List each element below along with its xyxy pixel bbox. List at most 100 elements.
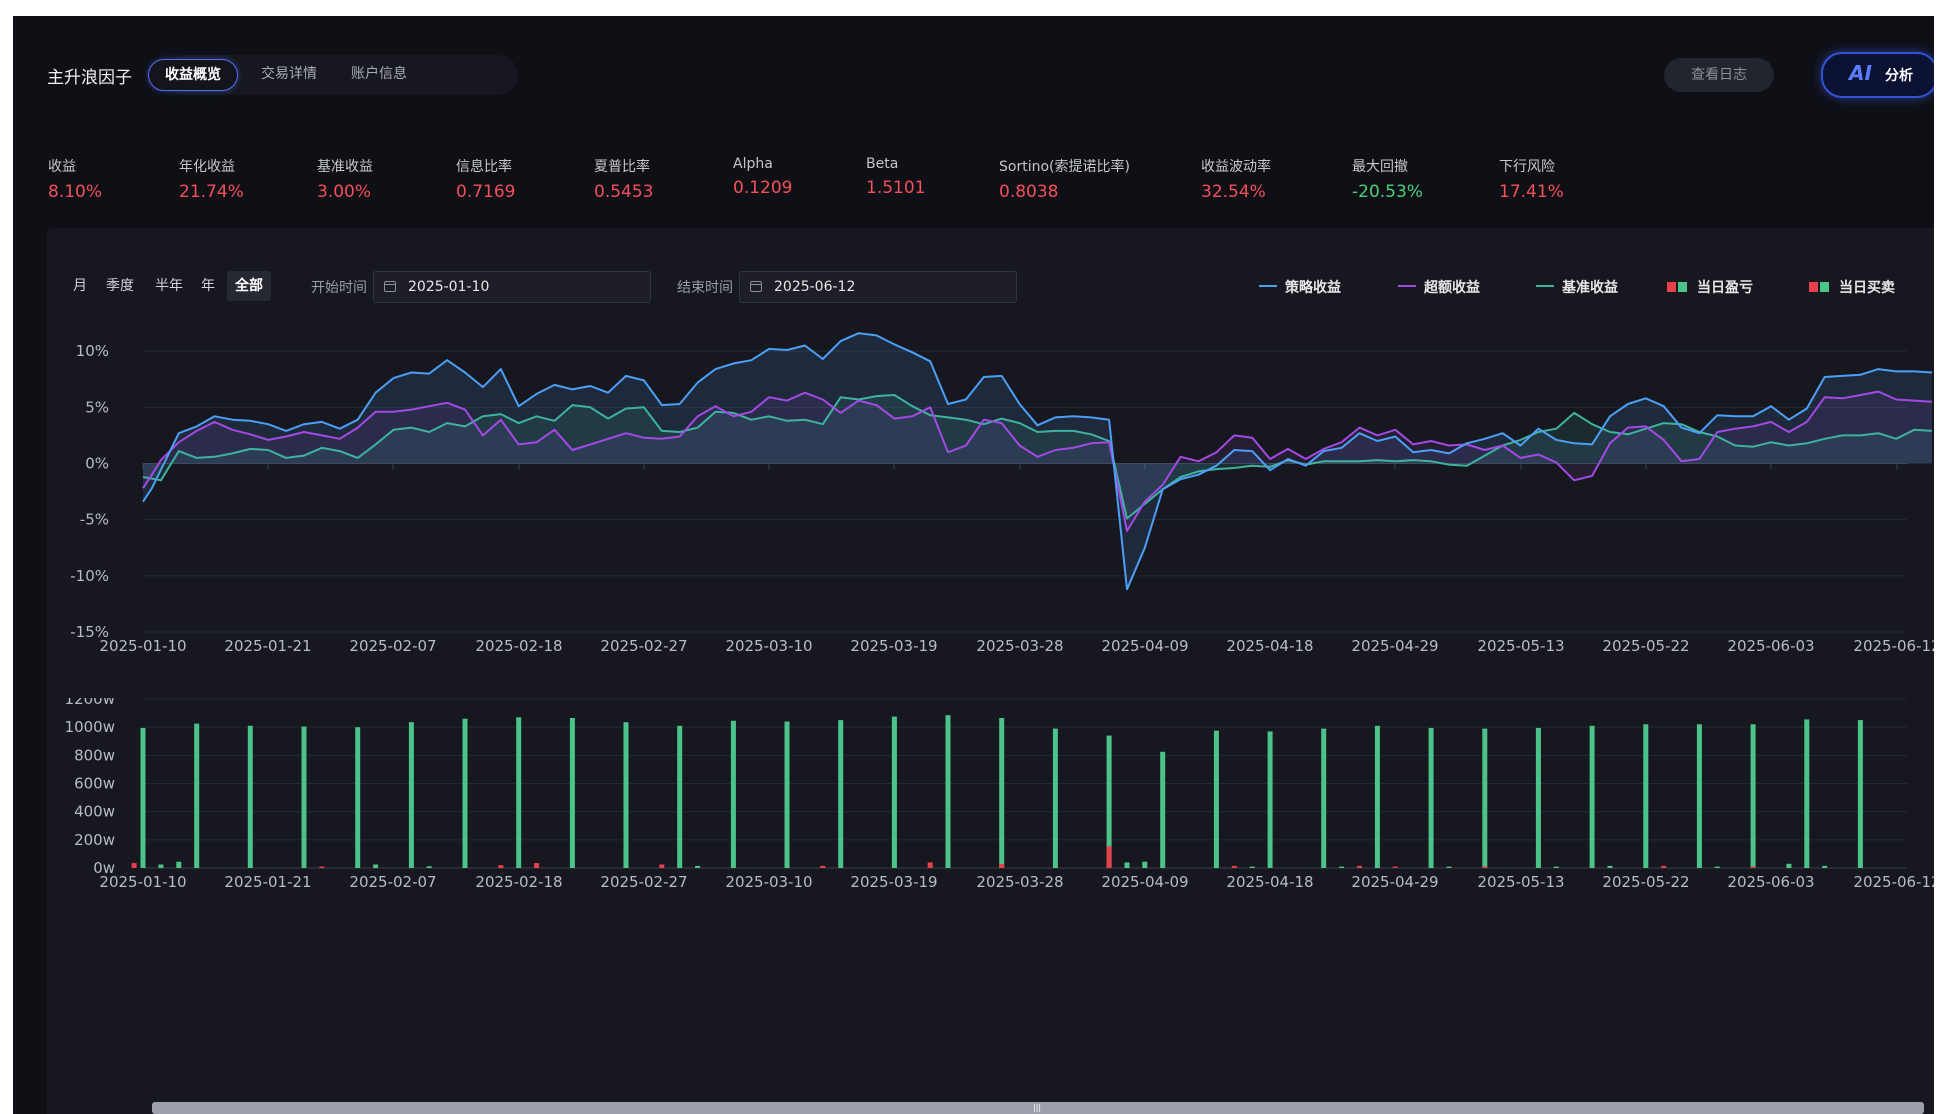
metric-value: 0.5453 (594, 182, 654, 202)
start-date-picker[interactable]: 2025-01-10 (373, 271, 651, 303)
tab-account-info[interactable]: 账户信息 (336, 59, 422, 89)
x-tick-label: 2025-06-12 (1853, 637, 1934, 655)
bar (1607, 865, 1613, 868)
metrics-row: 收益 8.10% 年化收益 21.74% 基准收益 3.00% 信息比率 0.7… (13, 124, 1934, 228)
metric-label: 收益波动率 (1201, 159, 1271, 175)
end-date-label: 结束时间 (677, 280, 733, 296)
legend-square-icon (1820, 282, 1829, 292)
legend-label: 基准收益 (1562, 280, 1618, 296)
x-tick-label: 2025-04-29 (1351, 873, 1438, 891)
metric-return: 收益 8.10% (48, 156, 102, 202)
bar (1142, 861, 1148, 868)
bar (1822, 865, 1828, 868)
range-quarter-button[interactable]: 季度 (100, 271, 140, 301)
legend-benchmark-return[interactable]: 基准收益 (1536, 277, 1618, 297)
legend-daily-trades[interactable]: 当日买卖 (1809, 277, 1895, 297)
timeline-scrollbar[interactable]: ||| (152, 1102, 1924, 1114)
metric-label: 最大回撤 (1352, 159, 1408, 175)
bar (158, 864, 164, 868)
bar (319, 866, 325, 868)
legend-square-icon (1667, 282, 1676, 292)
bar (247, 725, 253, 868)
x-tick-label: 2025-06-12 (1853, 873, 1934, 891)
bar (623, 722, 629, 868)
x-tick-label: 2025-04-09 (1101, 873, 1188, 891)
end-date-picker[interactable]: 2025-06-12 (739, 271, 1017, 303)
metric-max-drawdown: 最大回撤 -20.53% (1352, 156, 1423, 202)
bar (462, 718, 468, 868)
bar (1857, 720, 1863, 868)
bar (426, 866, 432, 868)
legend-daily-pnl[interactable]: 当日盈亏 (1667, 277, 1753, 297)
legend-label: 当日盈亏 (1697, 280, 1753, 296)
x-tick-label: 2025-05-22 (1602, 873, 1689, 891)
y-tick-label: 0% (85, 455, 109, 473)
bar (945, 715, 951, 868)
legend-label: 当日买卖 (1839, 280, 1895, 296)
start-date-value: 2025-01-10 (408, 279, 490, 295)
metric-value: 0.8038 (999, 182, 1059, 202)
start-date-label: 开始时间 (311, 280, 367, 296)
legend-label: 策略收益 (1285, 280, 1341, 296)
bar (695, 865, 701, 868)
bar (408, 722, 414, 868)
metric-label: 下行风险 (1499, 159, 1555, 175)
bar (1661, 865, 1667, 868)
bar (498, 865, 504, 868)
x-tick-label: 2025-03-10 (725, 637, 812, 655)
metric-value: 21.74% (179, 182, 244, 202)
bar (534, 863, 540, 868)
bar (1482, 728, 1488, 868)
calendar-icon (750, 281, 762, 292)
view-log-button[interactable]: 查看日志 (1664, 58, 1774, 92)
legend-strategy-return[interactable]: 策略收益 (1259, 277, 1341, 297)
x-tick-label: 2025-03-28 (976, 873, 1063, 891)
legend-excess-return[interactable]: 超额收益 (1398, 277, 1480, 297)
bar (1482, 866, 1488, 868)
ai-analysis-button[interactable]: AI 分析 (1821, 52, 1934, 98)
metric-label: Alpha (733, 156, 773, 172)
range-month-button[interactable]: 月 (69, 271, 91, 301)
x-tick-label: 2025-01-21 (224, 637, 311, 655)
bar (1124, 862, 1130, 868)
app-window: 主升浪因子 收益概览 交易详情 账户信息 查看日志 AI 分析 收益 8.10%… (13, 16, 1934, 1114)
range-all-button[interactable]: 全部 (227, 271, 271, 301)
x-tick-label: 2025-02-07 (349, 873, 436, 891)
bar (140, 727, 146, 868)
x-tick-label: 2025-02-18 (475, 873, 562, 891)
bar (999, 718, 1005, 868)
bar (569, 718, 575, 868)
bar (1213, 730, 1219, 868)
bar (891, 716, 897, 868)
x-tick-label: 2025-01-10 (99, 873, 186, 891)
metric-sortino-ratio: Sortino(索提诺比率) 0.8038 (999, 156, 1130, 202)
x-tick-label: 2025-05-13 (1477, 873, 1564, 891)
x-tick-label: 2025-02-27 (600, 637, 687, 655)
x-tick-label: 2025-04-09 (1101, 637, 1188, 655)
x-tick-label: 2025-02-27 (600, 873, 687, 891)
x-tick-label: 2025-02-07 (349, 637, 436, 655)
cumulative-return-line-chart[interactable]: 15%10%5%0%-5%-10%-15%2025-01-102025-01-2… (47, 308, 1934, 688)
range-year-button[interactable]: 年 (197, 271, 219, 301)
metric-value: 8.10% (48, 182, 103, 202)
x-tick-label: 2025-05-13 (1477, 637, 1564, 655)
daily-volume-bar-chart[interactable]: 1200w1000w800w600w400w200w0w2025-01-10 20… (47, 698, 1934, 918)
bar (1786, 863, 1792, 868)
legend-line-icon (1259, 285, 1277, 287)
bar (1321, 728, 1327, 868)
metric-sharpe-ratio: 夏普比率 0.5453 (594, 156, 653, 202)
bar (1428, 727, 1434, 868)
bar (820, 865, 826, 868)
range-half-year-button[interactable]: 半年 (149, 271, 189, 301)
metric-label: 信息比率 (456, 159, 512, 175)
metric-annual-return: 年化收益 21.74% (179, 156, 244, 202)
bar (1696, 724, 1702, 868)
tab-trade-details[interactable]: 交易详情 (246, 59, 332, 89)
metric-label: 基准收益 (317, 159, 373, 175)
bar (516, 717, 522, 868)
legend-line-icon (1536, 285, 1554, 287)
bar (1804, 719, 1810, 868)
bar (1750, 724, 1756, 868)
y-tick-label: 1200w (65, 698, 115, 708)
tab-revenue-overview[interactable]: 收益概览 (148, 59, 238, 91)
